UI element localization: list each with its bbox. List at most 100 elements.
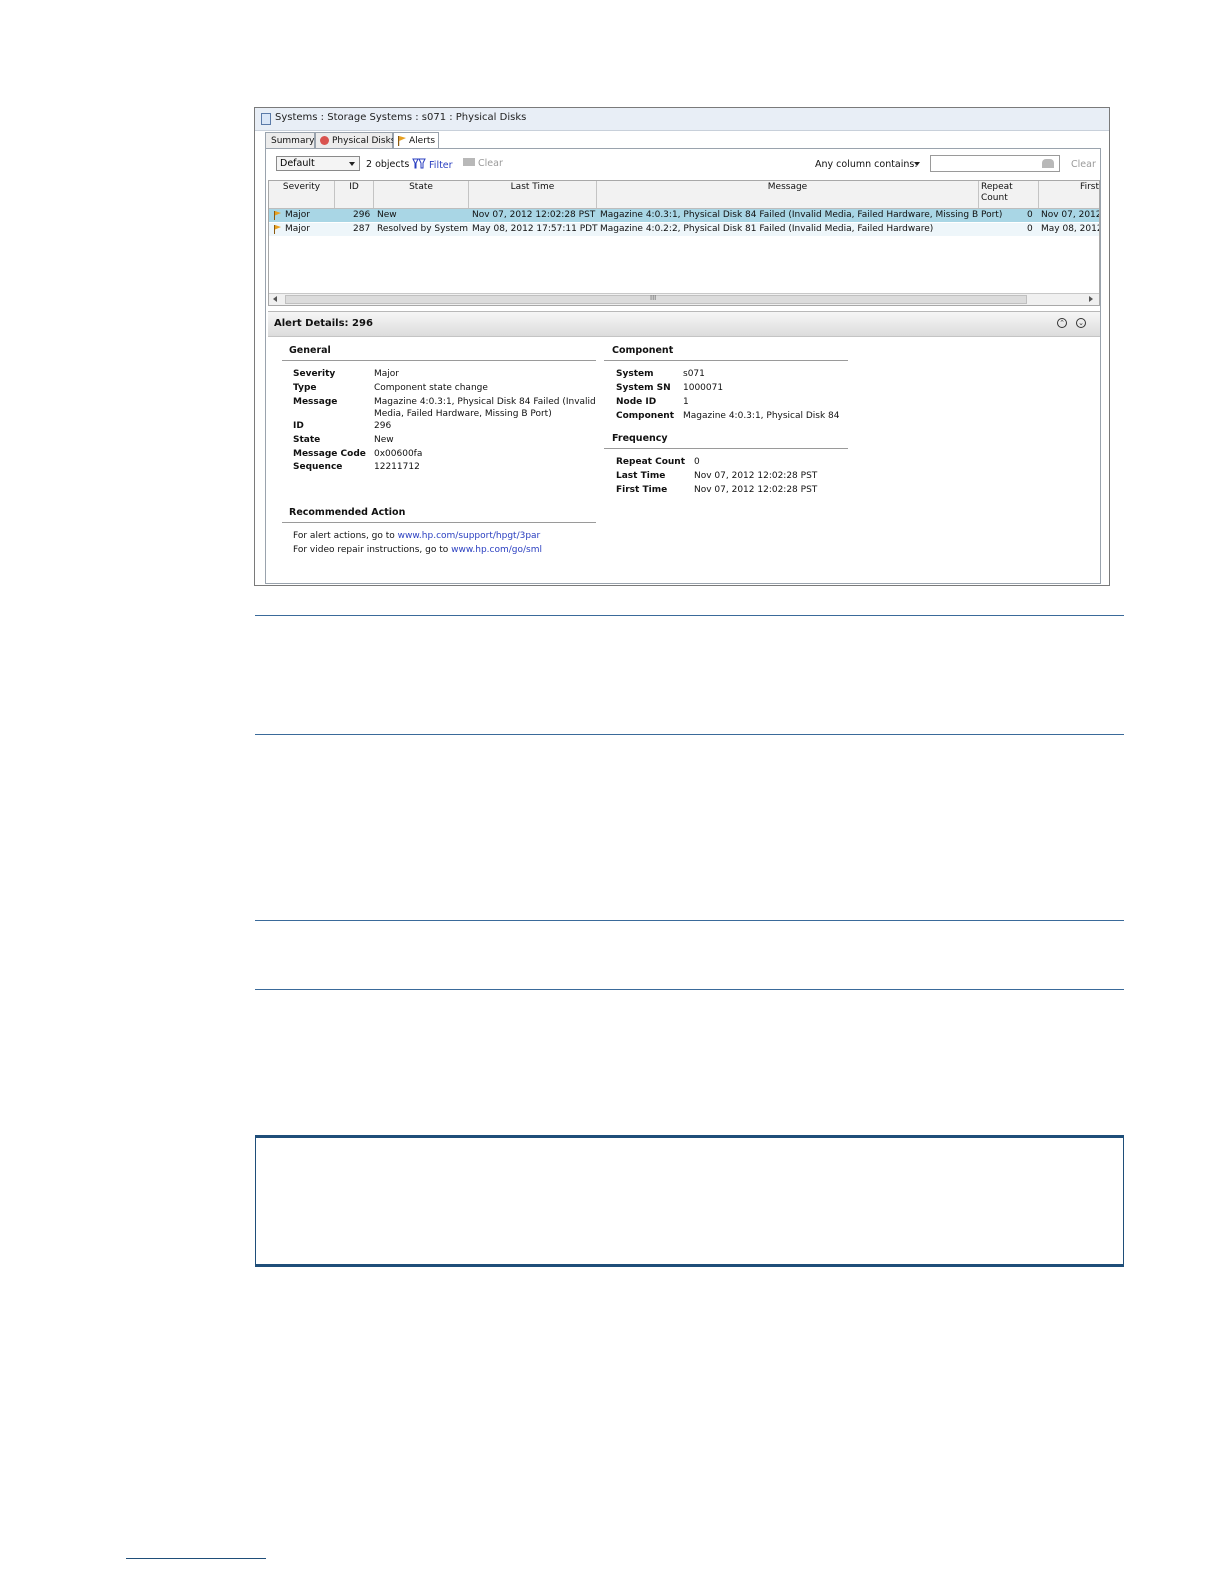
last-time-value: Nov 07, 2012 12:02:28 PST bbox=[694, 471, 818, 481]
collapse-up-icon[interactable]: ⌃ bbox=[1057, 318, 1067, 328]
flag-icon bbox=[274, 211, 281, 220]
tab-alerts[interactable]: Alerts bbox=[393, 132, 439, 149]
column-header-message[interactable]: Message bbox=[597, 181, 979, 208]
state-label: State bbox=[293, 435, 321, 445]
cell-first: Nov 07, 2012 bbox=[1041, 210, 1100, 220]
first-time-label: First Time bbox=[616, 485, 668, 495]
search-clear-button[interactable]: Clear bbox=[1071, 159, 1096, 170]
flag-icon bbox=[274, 225, 281, 234]
table-header: Severity ID State Last Time Message Repe… bbox=[269, 181, 1099, 209]
horizontal-scrollbar[interactable]: III bbox=[269, 293, 1099, 305]
filter-button[interactable]: Filter bbox=[412, 158, 453, 171]
node-id-value: 1 bbox=[683, 397, 689, 407]
video-repair-link[interactable]: www.hp.com/go/sml bbox=[451, 545, 542, 555]
repeat-count-value: 0 bbox=[694, 457, 700, 467]
expand-down-icon[interactable]: ⌄ bbox=[1076, 318, 1086, 328]
column-header-repeat-line2: Count bbox=[981, 193, 1008, 203]
tab-physical-disks-label: Physical Disks bbox=[332, 136, 396, 146]
cell-repeat: 0 bbox=[1027, 210, 1033, 220]
cell-severity: Major bbox=[285, 210, 310, 220]
message-code-value: 0x00600fa bbox=[374, 449, 423, 459]
video-repair-line: For video repair instructions, go to www… bbox=[293, 545, 542, 555]
message-label: Message bbox=[293, 397, 338, 407]
chevron-down-icon bbox=[349, 162, 355, 166]
section-rule bbox=[255, 734, 1124, 735]
system-sn-value: 1000071 bbox=[683, 383, 724, 393]
screenshot-window: Systems : Storage Systems : s071 : Physi… bbox=[254, 107, 1110, 586]
alerts-table: Severity ID State Last Time Message Repe… bbox=[268, 180, 1100, 306]
id-label: ID bbox=[293, 421, 304, 431]
alert-details-header: Alert Details: 296 ⌃ ⌄ bbox=[268, 311, 1100, 337]
column-header-state[interactable]: State bbox=[374, 181, 469, 208]
sequence-value: 12211712 bbox=[374, 462, 420, 472]
alert-actions-text: For alert actions, go to bbox=[293, 531, 395, 541]
eraser-icon bbox=[463, 158, 475, 166]
divider bbox=[282, 522, 596, 523]
cell-id: 296 bbox=[353, 210, 371, 220]
scrollbar-grip: III bbox=[650, 294, 657, 302]
first-time-value: Nov 07, 2012 12:02:28 PST bbox=[694, 485, 818, 495]
alerts-panel: Default 2 objects Filter Clear Any colum… bbox=[265, 148, 1101, 584]
view-select[interactable]: Default bbox=[276, 156, 360, 171]
filter-label: Filter bbox=[429, 160, 453, 171]
repeat-count-label: Repeat Count bbox=[616, 457, 685, 467]
cell-message: Magazine 4:0.2:2, Physical Disk 81 Faile… bbox=[600, 224, 934, 234]
column-header-severity[interactable]: Severity bbox=[269, 181, 335, 208]
note-box bbox=[255, 1135, 1124, 1267]
table-row[interactable]: Major 287 Resolved by System May 08, 201… bbox=[269, 223, 1100, 236]
system-value: s071 bbox=[683, 369, 705, 379]
message-code-label: Message Code bbox=[293, 449, 366, 459]
object-count: 2 objects bbox=[366, 159, 410, 170]
severity-label: Severity bbox=[293, 369, 336, 379]
cell-state: New bbox=[377, 210, 397, 220]
message-value-line2: Media, Failed Hardware, Missing B Port) bbox=[374, 409, 552, 419]
column-header-repeat-line1: Repeat bbox=[981, 182, 1013, 192]
component-label: Component bbox=[616, 411, 675, 421]
system-sn-label: System SN bbox=[616, 383, 671, 393]
search-dropdown-icon[interactable] bbox=[914, 162, 920, 166]
alert-actions-link[interactable]: www.hp.com/support/hpgt/3par bbox=[398, 531, 541, 541]
clear-filter-button[interactable]: Clear bbox=[463, 158, 503, 169]
cell-last-time: May 08, 2012 17:57:11 PDT bbox=[472, 224, 598, 234]
scroll-right-icon[interactable] bbox=[1089, 296, 1093, 302]
search-input[interactable] bbox=[930, 155, 1060, 172]
error-icon bbox=[320, 136, 329, 145]
column-header-last-time[interactable]: Last Time bbox=[469, 181, 597, 208]
node-id-label: Node ID bbox=[616, 397, 657, 407]
type-label: Type bbox=[293, 383, 317, 393]
column-header-id[interactable]: ID bbox=[335, 181, 374, 208]
window-title: Systems : Storage Systems : s071 : Physi… bbox=[275, 112, 527, 123]
tab-alerts-label: Alerts bbox=[409, 136, 436, 146]
cell-severity: Major bbox=[285, 224, 310, 234]
column-header-repeat-count[interactable]: Repeat Count bbox=[979, 181, 1039, 208]
scrollbar-thumb[interactable]: III bbox=[285, 294, 1027, 304]
divider bbox=[604, 448, 848, 449]
table-row[interactable]: Major 296 New Nov 07, 2012 12:02:28 PST … bbox=[269, 209, 1100, 222]
general-heading: General bbox=[289, 345, 331, 356]
tab-physical-disks[interactable]: Physical Disks bbox=[315, 132, 396, 148]
filter-icon bbox=[412, 158, 426, 169]
column-header-first[interactable]: First bbox=[1039, 181, 1099, 208]
message-value-line1: Magazine 4:0.3:1, Physical Disk 84 Faile… bbox=[374, 397, 596, 407]
divider bbox=[282, 360, 596, 361]
cell-last-time: Nov 07, 2012 12:02:28 PST bbox=[472, 210, 596, 220]
window-icon bbox=[261, 113, 271, 125]
video-repair-text: For video repair instructions, go to bbox=[293, 545, 449, 555]
alert-actions-line: For alert actions, go to www.hp.com/supp… bbox=[293, 531, 540, 541]
recommended-action-heading: Recommended Action bbox=[289, 507, 406, 518]
cell-first: May 08, 2012 bbox=[1041, 224, 1100, 234]
last-time-label: Last Time bbox=[616, 471, 666, 481]
severity-value: Major bbox=[374, 369, 399, 379]
view-select-value: Default bbox=[280, 158, 315, 169]
window-titlebar: Systems : Storage Systems : s071 : Physi… bbox=[255, 108, 1109, 131]
section-rule bbox=[255, 615, 1124, 616]
tab-summary-label: Summary bbox=[271, 136, 315, 146]
section-rule bbox=[255, 989, 1124, 990]
cell-id: 287 bbox=[353, 224, 371, 234]
tab-summary[interactable]: Summary bbox=[265, 132, 315, 148]
system-label: System bbox=[616, 369, 654, 379]
flag-icon bbox=[398, 136, 406, 146]
scroll-left-icon[interactable] bbox=[273, 296, 277, 302]
cell-repeat: 0 bbox=[1027, 224, 1033, 234]
cell-message: Magazine 4:0.3:1, Physical Disk 84 Faile… bbox=[600, 210, 1003, 220]
